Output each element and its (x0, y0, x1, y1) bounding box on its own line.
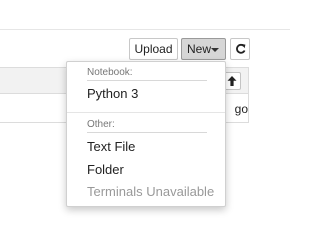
upload-button[interactable]: Upload (129, 38, 178, 60)
other-section-header: Other: (87, 119, 115, 130)
menu-item-python3[interactable]: Python 3 (87, 86, 138, 101)
section-rule (87, 80, 207, 81)
arrow-up-icon (227, 76, 237, 86)
refresh-button[interactable] (230, 38, 250, 60)
section-rule (87, 132, 207, 133)
new-button[interactable]: New (181, 38, 226, 60)
menu-item-folder[interactable]: Folder (87, 162, 124, 177)
notebook-section-header: Notebook: (87, 67, 133, 78)
menu-item-terminals-unavailable: Terminals Unavailable (87, 184, 215, 199)
toolbar-divider (0, 29, 290, 30)
menu-divider (67, 112, 225, 113)
new-button-label: New (187, 42, 212, 56)
caret-down-icon (211, 48, 219, 52)
new-dropdown-menu: Notebook: Python 3 Other: Text File Fold… (66, 61, 226, 207)
menu-item-text-file[interactable]: Text File (87, 139, 135, 154)
refresh-icon (236, 43, 246, 54)
